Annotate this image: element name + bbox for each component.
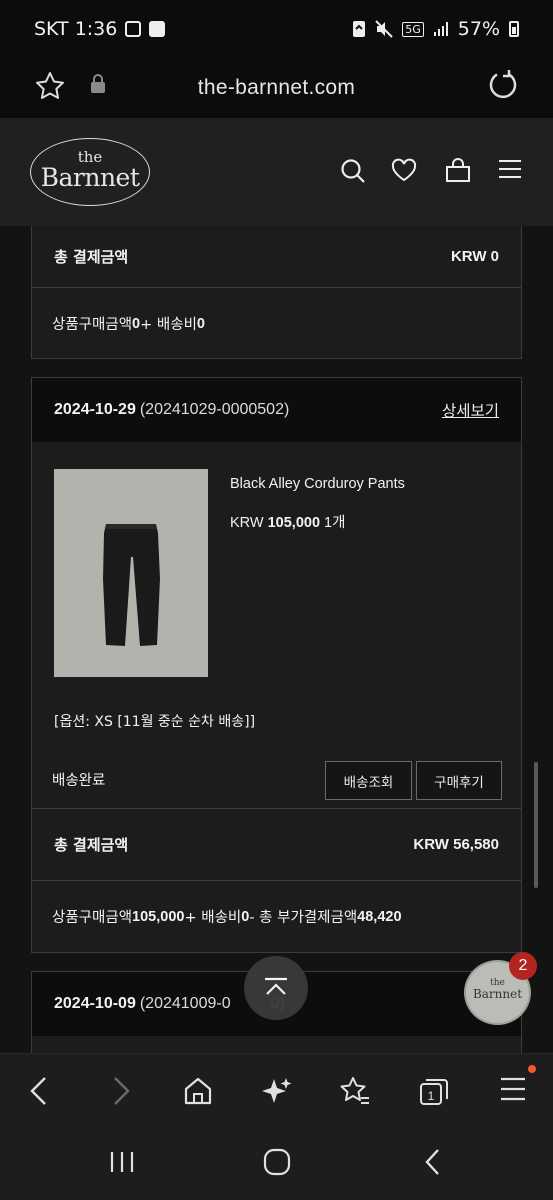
back-nav-icon[interactable] bbox=[423, 1148, 443, 1180]
order-detail-link[interactable]: 상세보기 bbox=[442, 399, 499, 421]
product-quantity: 1개 bbox=[320, 515, 346, 531]
order-card: 2024-10-29 (20241029-0000502) 상세보기 Black… bbox=[31, 377, 522, 953]
battery-percent: 57% bbox=[457, 18, 500, 40]
delivery-status: 배송완료 bbox=[52, 773, 106, 789]
order-number-start: (20241009-0 bbox=[139, 995, 231, 1012]
logo-name: Barnnet bbox=[40, 163, 140, 192]
site-header: the Barnnet bbox=[0, 118, 553, 226]
barnnet-logo[interactable]: the Barnnet bbox=[30, 138, 150, 206]
order-total-row: 총 결제금액 KRW 0 bbox=[32, 226, 521, 287]
carrier-time: SKT 1:36 bbox=[34, 18, 118, 40]
system-nav-bar bbox=[0, 1128, 553, 1200]
tabs-icon[interactable]: 1 bbox=[418, 1076, 450, 1110]
order-header: 2024-10-29 (20241029-0000502) 상세보기 bbox=[32, 378, 521, 442]
product-image[interactable] bbox=[54, 469, 208, 677]
summary-ship: 0 bbox=[241, 908, 250, 925]
track-delivery-button[interactable]: 배송조회 bbox=[325, 761, 412, 800]
order-card: 총 결제금액 KRW 0 상품구매금액 0 + 배송비 0 bbox=[31, 226, 522, 359]
sync-icon bbox=[353, 21, 366, 37]
total-label: 총 결제금액 bbox=[54, 836, 129, 854]
price-value: 105,000 bbox=[267, 515, 321, 531]
summary-mid: + 배송비 bbox=[184, 910, 242, 926]
summary-extra: - 총 부가결제금액 bbox=[249, 910, 358, 926]
battery-icon bbox=[509, 21, 519, 37]
scroll-to-top-button[interactable] bbox=[244, 956, 308, 1020]
home-nav-icon[interactable] bbox=[263, 1148, 291, 1180]
order-summary-row: 상품구매금액 105,000 + 배송비 0 - 총 부가결제금액 48,420 bbox=[32, 880, 521, 952]
total-value: KRW 56,580 bbox=[413, 836, 499, 853]
summary-extra-value: 48,420 bbox=[357, 908, 402, 925]
reload-icon[interactable] bbox=[487, 68, 519, 106]
browser-url-bar: the-barnnet.com bbox=[0, 58, 553, 118]
wishlist-heart-icon[interactable] bbox=[391, 158, 417, 188]
page-scrollbar[interactable] bbox=[534, 762, 538, 888]
order-date: 2024-10-29 bbox=[54, 401, 136, 418]
scroll-up-icon bbox=[265, 977, 287, 995]
summary-ship: 0 bbox=[196, 315, 205, 332]
order-total-row: 총 결제금액 KRW 56,580 bbox=[32, 808, 521, 880]
summary-goods: 0 bbox=[132, 315, 141, 332]
home-icon[interactable] bbox=[183, 1076, 213, 1110]
summary-prefix: 상품구매금액 bbox=[52, 910, 133, 926]
summary-prefix: 상품구매금액 bbox=[52, 317, 133, 333]
browser-menu-icon[interactable] bbox=[500, 1076, 526, 1106]
search-icon[interactable] bbox=[340, 158, 366, 188]
gallery-notification-icon bbox=[125, 21, 142, 37]
summary-mid: + 배송비 bbox=[140, 317, 197, 333]
chat-badge: 2 bbox=[509, 952, 537, 980]
network-label: 5G bbox=[402, 21, 424, 37]
svg-text:1: 1 bbox=[428, 1089, 435, 1103]
cart-bag-icon[interactable] bbox=[445, 158, 471, 188]
order-number: (20241029-0000502) bbox=[139, 401, 290, 418]
product-price: KRW 105,000 1개 bbox=[230, 511, 345, 532]
pants-image bbox=[103, 524, 160, 646]
product-name[interactable]: Black Alley Corduroy Pants bbox=[230, 476, 405, 492]
fab-logo-name: Barnnet bbox=[472, 987, 523, 1001]
summary-goods: 105,000 bbox=[132, 908, 185, 925]
total-label: 총 결제금액 bbox=[54, 247, 129, 266]
total-value: KRW 0 bbox=[450, 247, 499, 265]
menu-hamburger-icon[interactable] bbox=[498, 158, 522, 184]
url-text[interactable]: the-barnnet.com bbox=[0, 76, 553, 100]
back-icon[interactable] bbox=[28, 1076, 50, 1110]
recent-apps-icon[interactable] bbox=[109, 1150, 135, 1178]
write-review-button[interactable]: 구매후기 bbox=[416, 761, 502, 800]
order-date: 2024-10-09 bbox=[54, 995, 136, 1012]
browser-toolbar: 1 bbox=[0, 1053, 553, 1128]
order-summary-row: 상품구매금액 0 + 배송비 0 bbox=[32, 287, 521, 359]
product-option: [옵션: XS [11월 중순 순차 배송]] bbox=[54, 714, 256, 730]
sparkle-ai-icon[interactable] bbox=[262, 1076, 292, 1110]
check-notification-icon bbox=[149, 21, 166, 37]
menu-notification-dot bbox=[528, 1065, 536, 1073]
mute-icon bbox=[375, 20, 393, 38]
bookmarks-star-icon[interactable] bbox=[339, 1076, 371, 1110]
status-bar: SKT 1:36 5G 57% bbox=[0, 0, 553, 58]
price-currency: KRW bbox=[230, 515, 268, 531]
order-history-list: 총 결제금액 KRW 0 상품구매금액 0 + 배송비 0 2024-10-29… bbox=[0, 226, 553, 1053]
signal-icon bbox=[433, 22, 448, 36]
forward-icon[interactable] bbox=[110, 1076, 132, 1110]
